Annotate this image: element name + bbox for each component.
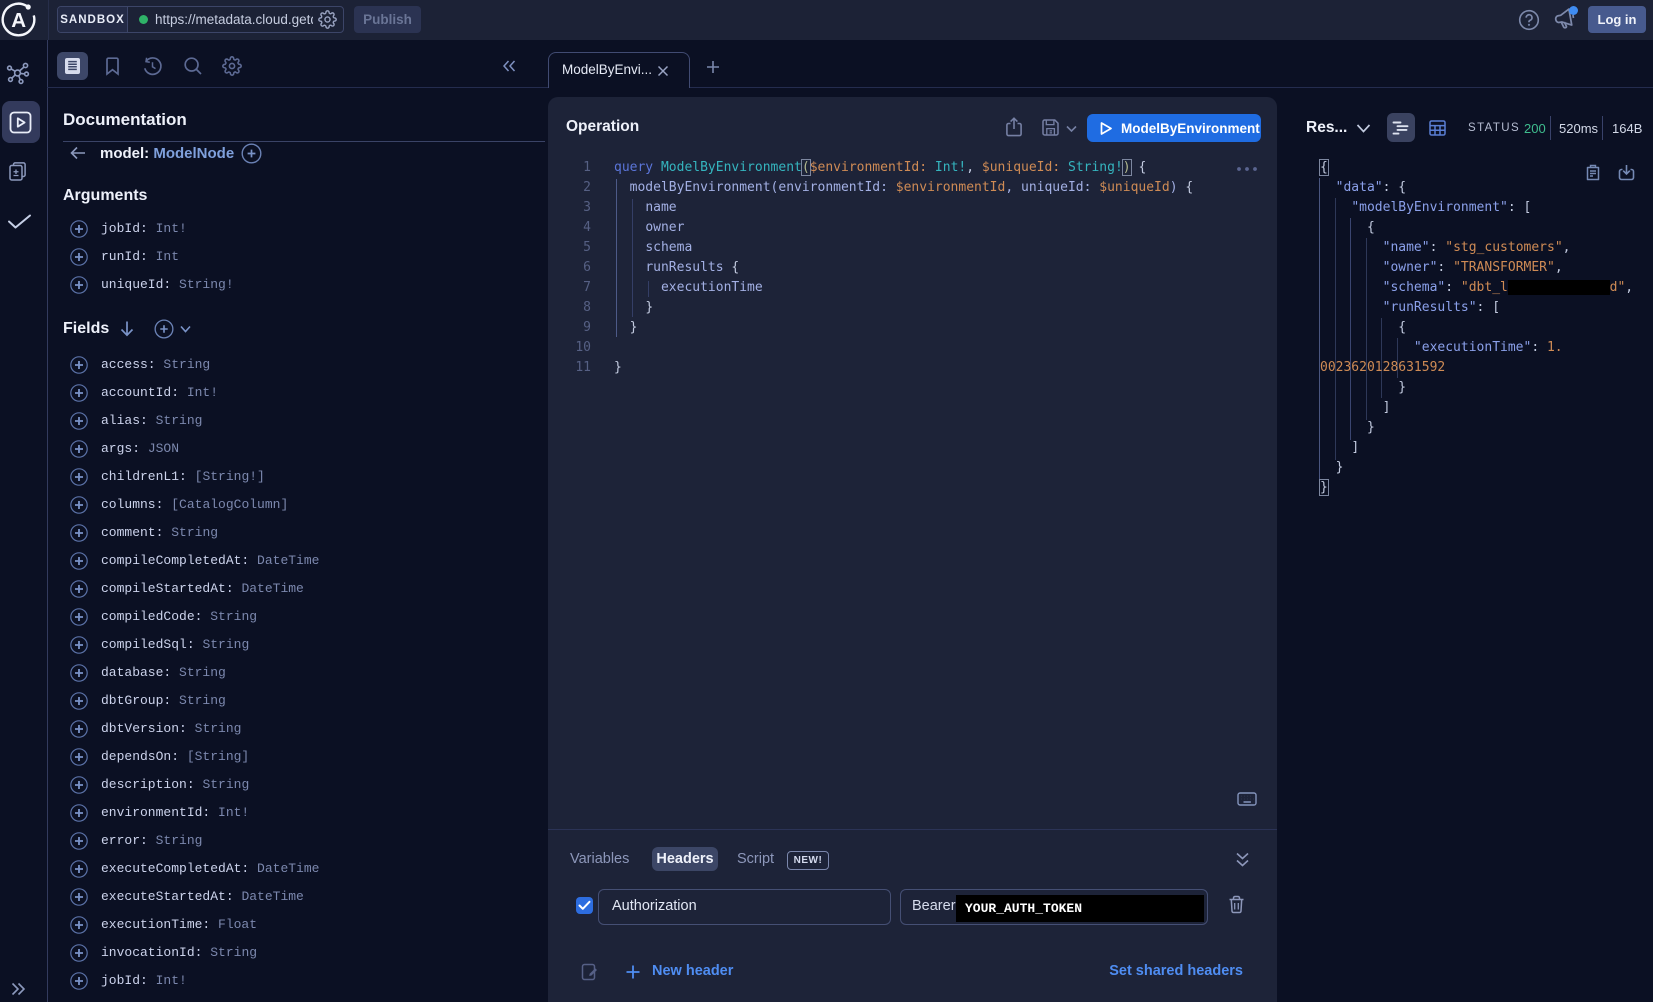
svg-text:A: A [11, 9, 26, 32]
